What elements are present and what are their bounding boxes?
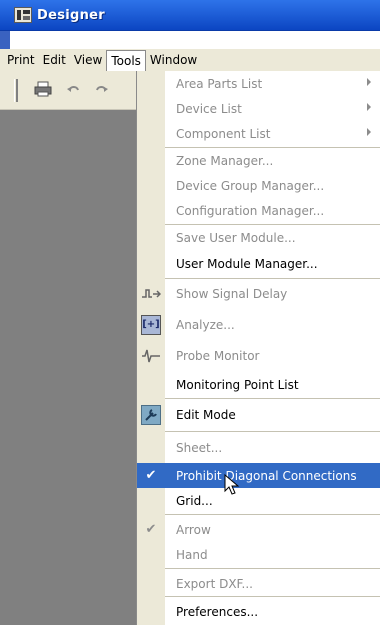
menu-bar: Print Edit View Tools Window bbox=[0, 49, 380, 71]
menu-tools[interactable]: Tools bbox=[106, 50, 146, 71]
menu-item-analyze[interactable]: [+] Analyze... bbox=[137, 312, 380, 337]
menu-item-configuration-manager[interactable]: Configuration Manager... bbox=[137, 198, 380, 223]
menu-item-export-dxf[interactable]: Export DXF... bbox=[137, 571, 380, 596]
menu-item-preferences[interactable]: Preferences... bbox=[137, 599, 380, 624]
menu-edit[interactable]: Edit bbox=[39, 50, 70, 70]
app-icon bbox=[14, 7, 32, 23]
redo-icon[interactable] bbox=[92, 81, 110, 99]
menu-separator bbox=[165, 278, 380, 279]
analyze-icon: [+] bbox=[137, 312, 165, 337]
menu-item-area-parts-list[interactable]: Area Parts List bbox=[137, 71, 380, 96]
menu-print[interactable]: Print bbox=[3, 50, 39, 70]
submenu-arrow-icon bbox=[367, 78, 371, 86]
tools-menu: Area Parts List Device List Component Li… bbox=[136, 71, 380, 625]
probe-monitor-icon bbox=[137, 343, 165, 368]
menu-item-save-user-module[interactable]: Save User Module... bbox=[137, 225, 380, 250]
menu-separator bbox=[165, 514, 380, 515]
submenu-arrow-icon bbox=[367, 103, 371, 111]
menu-item-prohibit-diagonal-connections[interactable]: ✔ Prohibit Diagonal Connections bbox=[137, 463, 380, 488]
menu-window[interactable]: Window bbox=[146, 50, 201, 70]
window-title: Designer bbox=[37, 7, 105, 23]
wrench-icon bbox=[137, 402, 165, 427]
signal-delay-icon bbox=[137, 281, 165, 306]
menu-item-grid[interactable]: Grid... bbox=[137, 488, 380, 513]
submenu-arrow-icon bbox=[367, 128, 371, 136]
title-bar[interactable]: Designer bbox=[0, 0, 380, 31]
toolbar-grip[interactable] bbox=[14, 79, 18, 102]
checkmark-icon: ✔ bbox=[145, 522, 157, 537]
menu-item-show-signal-delay[interactable]: Show Signal Delay bbox=[137, 281, 380, 306]
menu-item-sheet[interactable]: Sheet... bbox=[137, 435, 380, 460]
menu-separator bbox=[165, 596, 380, 597]
printer-icon[interactable] bbox=[34, 80, 52, 98]
menu-item-device-list[interactable]: Device List bbox=[137, 96, 380, 121]
menu-separator bbox=[165, 398, 380, 399]
menu-item-zone-manager[interactable]: Zone Manager... bbox=[137, 148, 380, 173]
menu-item-monitoring-point-list[interactable]: Monitoring Point List bbox=[137, 372, 380, 397]
menu-view[interactable]: View bbox=[70, 50, 106, 70]
toolbar bbox=[0, 71, 137, 110]
menu-item-user-module-manager[interactable]: User Module Manager... bbox=[137, 251, 380, 276]
menu-item-edit-mode[interactable]: Edit Mode bbox=[137, 402, 380, 427]
menu-item-arrow[interactable]: ✔ Arrow bbox=[137, 517, 380, 542]
checkmark-icon: ✔ bbox=[137, 463, 165, 488]
menu-separator bbox=[165, 431, 380, 432]
undo-icon[interactable] bbox=[65, 81, 83, 99]
menu-item-component-list[interactable]: Component List bbox=[137, 121, 380, 146]
menu-item-probe-monitor[interactable]: Probe Monitor bbox=[137, 343, 380, 368]
menu-separator bbox=[165, 568, 380, 569]
workspace-area[interactable] bbox=[0, 110, 137, 625]
menu-item-device-group-manager[interactable]: Device Group Manager... bbox=[137, 173, 380, 198]
menu-item-hand[interactable]: Hand bbox=[137, 542, 380, 567]
mouse-cursor-icon bbox=[224, 473, 240, 499]
